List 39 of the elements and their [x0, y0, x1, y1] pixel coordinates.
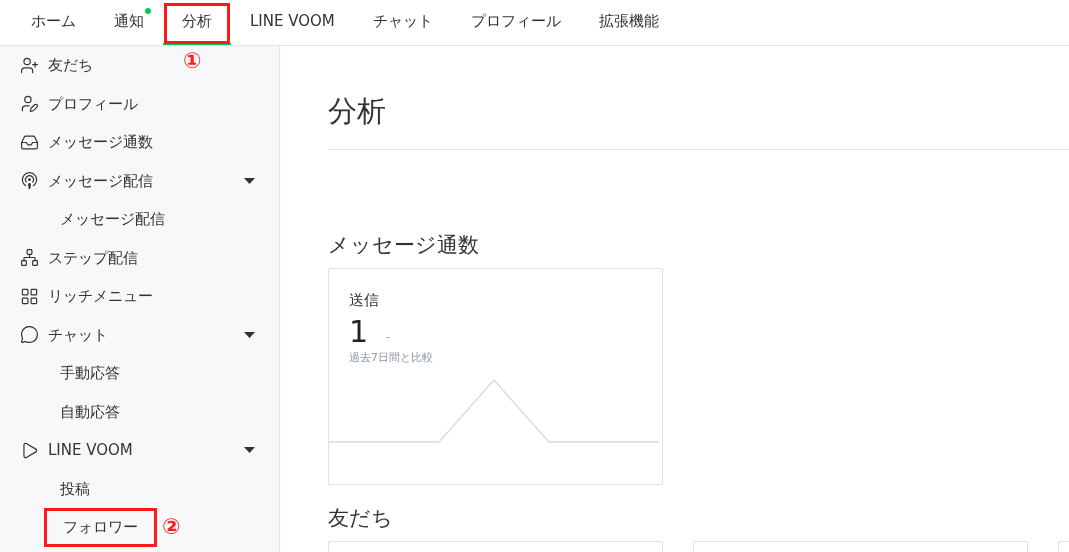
- sidebar-item[interactable]: チャット: [48, 323, 108, 346]
- broadcast-icon: [20, 171, 39, 191]
- hierarchy-icon: [20, 248, 39, 268]
- caret-icon: [244, 331, 255, 338]
- card-label: 送信: [349, 290, 380, 311]
- sidebar-item[interactable]: メッセージ配信: [48, 169, 153, 192]
- nav-tab[interactable]: ホーム: [12, 0, 95, 45]
- nav-tab[interactable]: 通知: [95, 0, 163, 45]
- comparison-note: 過去7日間と比較: [349, 349, 434, 366]
- sidebar-item[interactable]: メッセージ通数: [48, 131, 153, 154]
- annotation-number: ①: [183, 50, 202, 72]
- chat-bubble-icon: [20, 325, 39, 345]
- caret-icon: [244, 177, 255, 184]
- nav-tab[interactable]: プロフィール: [451, 0, 580, 45]
- sidebar-subitem[interactable]: 投稿: [44, 469, 106, 508]
- sidebar-subitem[interactable]: 自動応答: [44, 392, 136, 431]
- annotation-number: ②: [162, 516, 181, 538]
- section-title: メッセージ通数: [328, 232, 480, 259]
- nav-tab[interactable]: 拡張機能: [579, 0, 678, 45]
- page-title: 分析: [328, 91, 1069, 150]
- highlight-frame: [164, 3, 230, 44]
- caret-icon: [244, 447, 255, 454]
- sidebar-subitem[interactable]: フォロワー: [44, 508, 157, 547]
- section-title: 友だち: [328, 505, 394, 532]
- sidebar-item[interactable]: プロフィール: [48, 92, 138, 115]
- nav-tab[interactable]: チャット: [353, 0, 452, 45]
- sidebar-item[interactable]: LINE VOOM: [48, 439, 133, 462]
- sidebar-item[interactable]: リッチメニュー: [48, 285, 153, 308]
- sidebar-subitem[interactable]: 手動応答: [44, 354, 136, 393]
- change-value: -: [386, 328, 391, 346]
- stat-value: 1: [349, 313, 369, 350]
- sidebar-subitem[interactable]: メッセージ配信: [44, 200, 181, 239]
- sidebar-item[interactable]: 友だち: [48, 54, 93, 77]
- play-icon: [20, 440, 39, 460]
- sidebar-item[interactable]: ステップ配信: [48, 246, 138, 269]
- user-plus-icon: [20, 55, 39, 75]
- grid-icon: [20, 286, 39, 306]
- user-pen-icon: [20, 94, 39, 114]
- nav-tab[interactable]: LINE VOOM: [231, 0, 354, 45]
